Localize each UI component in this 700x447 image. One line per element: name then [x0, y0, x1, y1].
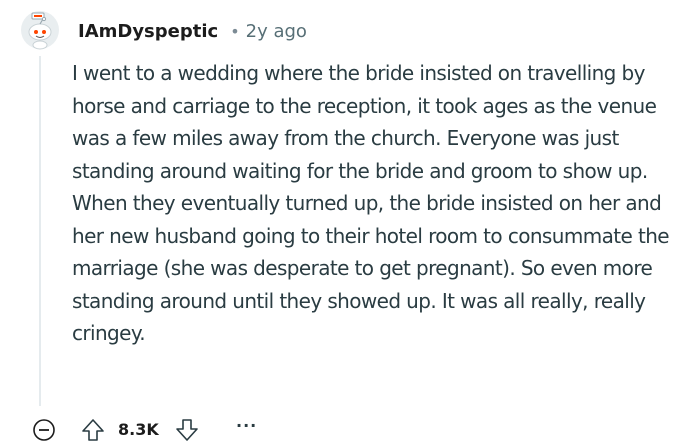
comment: IAmDyspeptic • 2y ago I went to a weddin…: [0, 0, 700, 445]
comment-header: IAmDyspeptic • 2y ago: [78, 17, 307, 45]
upvote-button[interactable]: [80, 417, 106, 443]
thread-line[interactable]: [39, 56, 41, 406]
downvote-button[interactable]: [174, 417, 200, 443]
snoo-avatar-icon: [21, 11, 59, 50]
collapse-button[interactable]: [32, 418, 56, 442]
timestamp[interactable]: 2y ago: [246, 21, 307, 42]
user-avatar[interactable]: [20, 10, 60, 50]
vote-score: 8.3K: [118, 420, 159, 439]
username[interactable]: IAmDyspeptic: [78, 21, 218, 42]
comment-actions: 8.3K ···: [0, 410, 700, 445]
more-options-icon[interactable]: ···: [236, 416, 257, 435]
downvote-arrow-icon: [176, 419, 198, 441]
upvote-arrow-icon: [82, 419, 104, 441]
comment-body: I went to a wedding where the bride insi…: [72, 61, 670, 345]
meta-separator: •: [230, 21, 240, 41]
collapse-minus-icon: [33, 419, 55, 441]
